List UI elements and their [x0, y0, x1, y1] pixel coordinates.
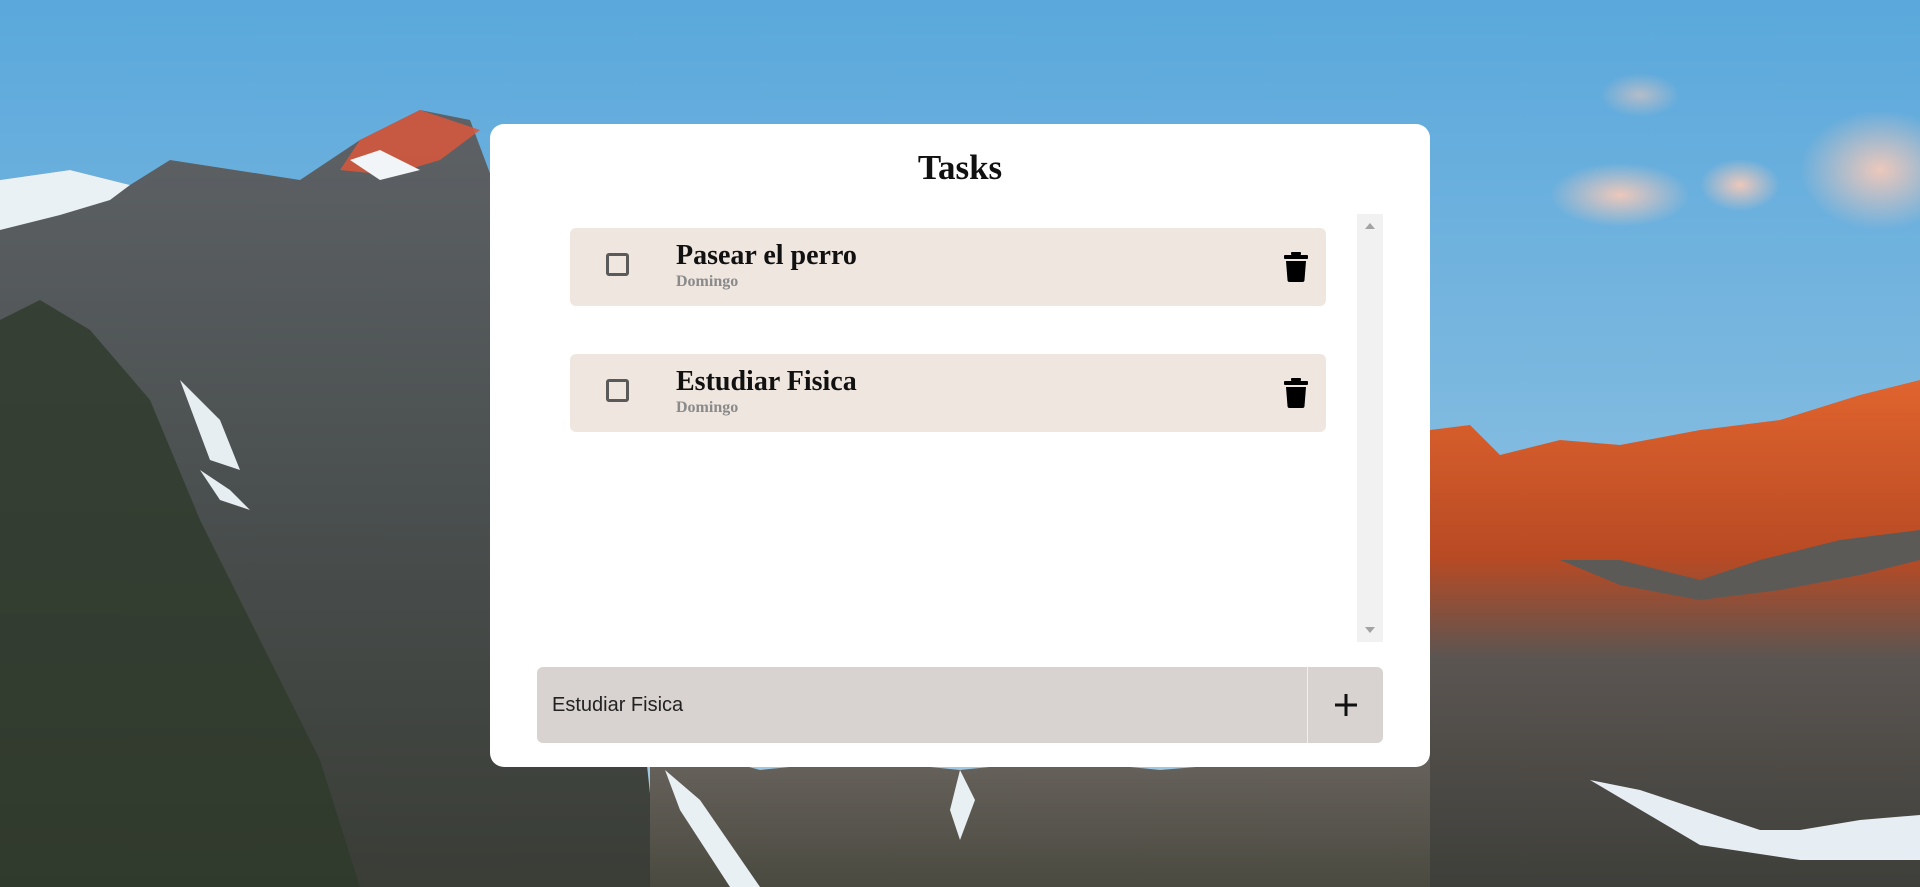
task-checkbox[interactable] [606, 253, 629, 276]
trash-icon[interactable] [1284, 252, 1308, 282]
triangle-down-icon[interactable] [1357, 622, 1383, 638]
task-name: Pasear el perro [676, 240, 857, 271]
task-list: Pasear el perro Domingo Estudiar Fisica … [490, 214, 1383, 642]
add-task-button[interactable] [1308, 667, 1383, 743]
task-list-scrollbar[interactable] [1357, 214, 1383, 642]
task-day: Domingo [676, 273, 739, 290]
plus-icon [1308, 693, 1383, 717]
triangle-up-icon[interactable] [1357, 218, 1383, 234]
task-name: Estudiar Fisica [676, 366, 857, 397]
task-checkbox[interactable] [606, 379, 629, 402]
new-task-input[interactable] [537, 667, 1307, 743]
task-item: Pasear el perro Domingo [570, 228, 1326, 306]
tasks-card: Tasks Pasear el perro Domingo Estudiar F… [490, 124, 1430, 767]
task-day: Domingo [676, 399, 739, 416]
task-item: Estudiar Fisica Domingo [570, 354, 1326, 432]
trash-icon[interactable] [1284, 378, 1308, 408]
new-task-form [537, 667, 1383, 743]
page-title: Tasks [917, 148, 1003, 187]
